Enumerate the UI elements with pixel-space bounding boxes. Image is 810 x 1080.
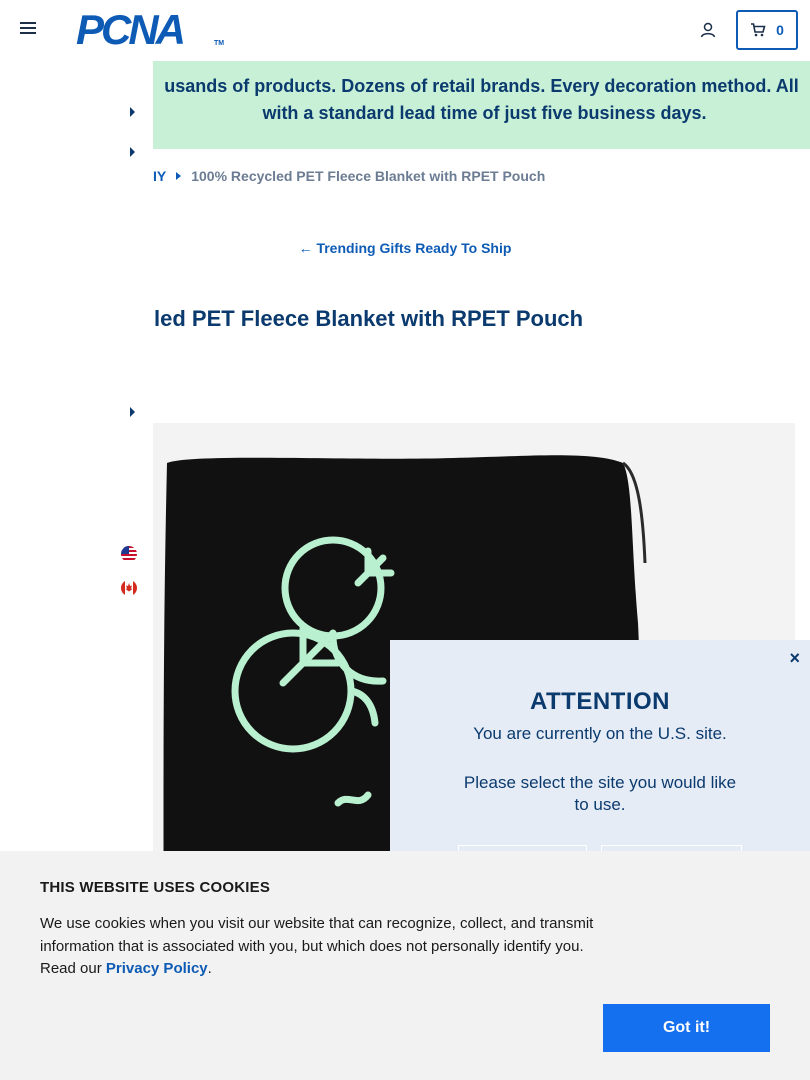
pcna-logo[interactable]: PCNA TM xyxy=(76,9,224,51)
modal-select-site-text: Please select the site you would like to… xyxy=(463,773,737,814)
side-nav-arrow-1[interactable] xyxy=(130,107,135,117)
side-nav-arrow-2[interactable] xyxy=(130,147,135,157)
breadcrumb-current: 100% Recycled PET Fleece Blanket with RP… xyxy=(191,168,546,184)
us-flag-icon[interactable] xyxy=(121,546,137,562)
close-icon[interactable]: × xyxy=(789,648,800,669)
cart-button[interactable]: 0 xyxy=(736,10,798,50)
product-title: led PET Fleece Blanket with RPET Pouch xyxy=(154,306,584,331)
site-header: PCNA TM 0 xyxy=(0,0,810,61)
cookie-banner: THIS WEBSITE USES COOKIES We use cookies… xyxy=(0,851,810,1080)
back-link-label: Trending Gifts Ready To Ship xyxy=(316,240,512,256)
cookie-text: We use cookies when you visit our websit… xyxy=(40,913,600,981)
back-link[interactable]: ← Trending Gifts Ready To Ship xyxy=(0,240,810,256)
cart-icon xyxy=(751,23,766,37)
cart-count: 0 xyxy=(776,22,784,38)
breadcrumb-previous[interactable]: IY xyxy=(153,168,166,184)
modal-title: ATTENTION xyxy=(529,688,671,715)
arrow-left-icon: ← xyxy=(298,240,313,256)
promo-banner: usands of products. Dozens of retail bra… xyxy=(153,61,810,149)
user-icon[interactable] xyxy=(699,21,717,39)
privacy-policy-link[interactable]: Privacy Policy xyxy=(106,960,208,977)
hamburger-menu-icon[interactable] xyxy=(20,22,36,36)
banner-line-2: with a standard lead time of just five b… xyxy=(262,103,707,123)
accept-cookies-button[interactable]: Got it! xyxy=(603,1004,770,1052)
canada-flag-icon[interactable] xyxy=(121,580,137,596)
banner-line-1: usands of products. Dozens of retail bra… xyxy=(164,76,799,96)
cookie-title: THIS WEBSITE USES COOKIES xyxy=(40,879,271,896)
side-nav-arrow-3[interactable] xyxy=(130,407,135,417)
cookie-period: . xyxy=(207,960,212,977)
modal-current-site-text: You are currently on the U.S. site. xyxy=(473,724,727,743)
breadcrumb: IY 100% Recycled PET Fleece Blanket with… xyxy=(153,168,545,184)
logo-trademark: TM xyxy=(214,40,225,47)
logo-text: PCNA xyxy=(76,6,186,53)
breadcrumb-separator-icon xyxy=(176,172,182,180)
